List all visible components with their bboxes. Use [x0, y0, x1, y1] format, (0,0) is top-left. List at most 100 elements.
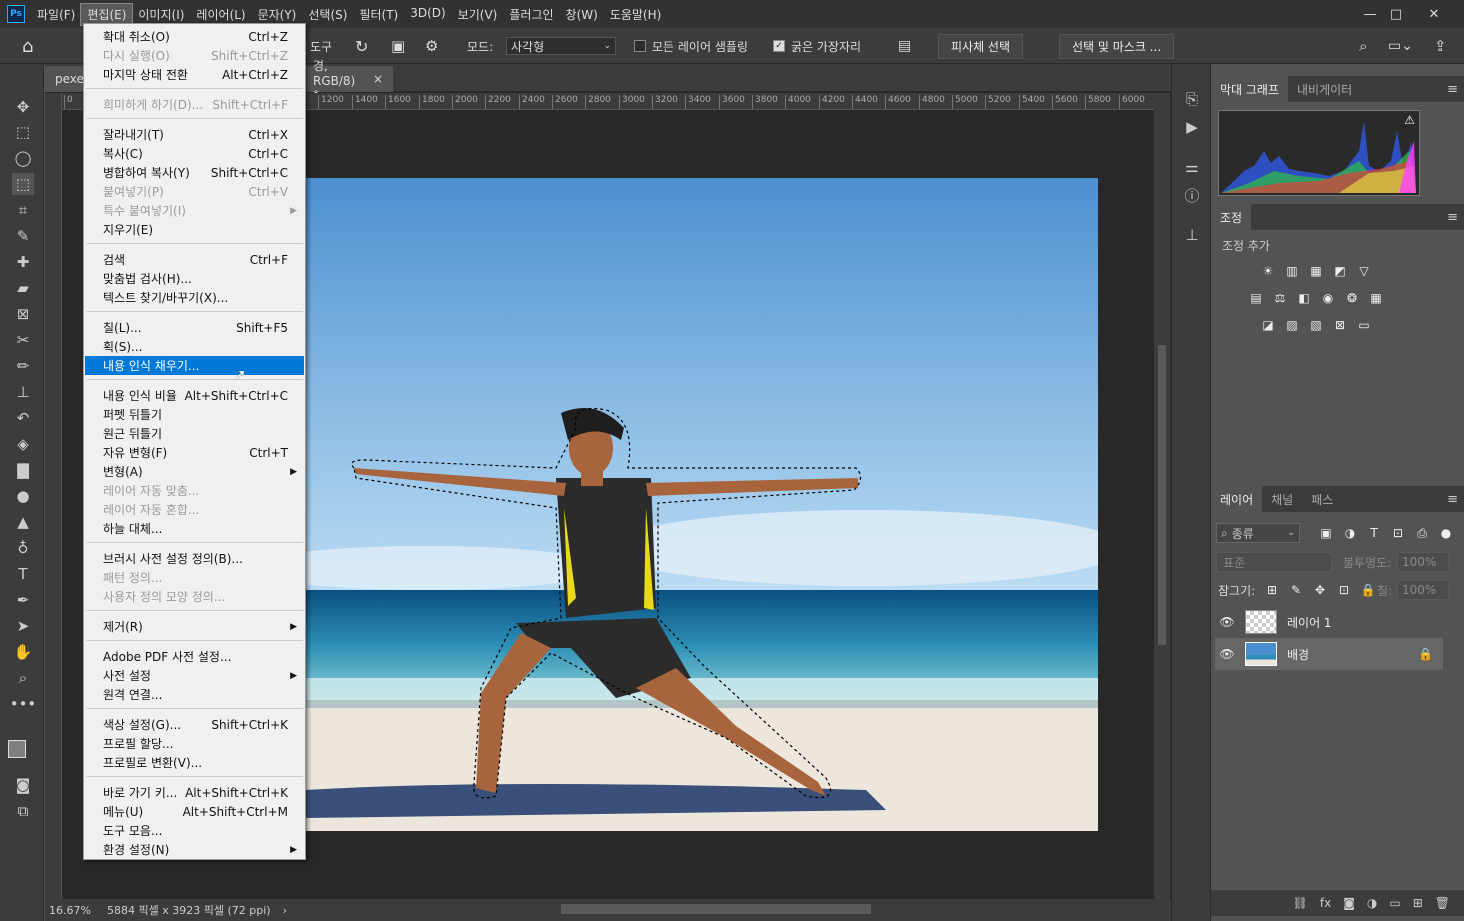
history-brush-icon[interactable]: ↶ [12, 407, 34, 429]
gradient-map-icon[interactable]: ▭ [1355, 316, 1373, 334]
panel-menu-icon[interactable]: ≡ [1447, 492, 1458, 507]
fill-input[interactable]: 100% [1397, 580, 1449, 600]
edit-menu-item[interactable]: 브러시 사전 설정 정의(B)... [85, 549, 304, 568]
object-select-tool-icon[interactable]: ⬚ [12, 173, 34, 195]
edit-menu-item[interactable]: 내용 인식 채우기... [85, 356, 304, 375]
canvas-image[interactable] [306, 178, 1098, 831]
edit-menu-item[interactable]: 프로필로 변환(V)... [85, 753, 304, 772]
menu-item[interactable]: 레이어(L) [190, 4, 251, 25]
edit-menu-item[interactable]: 메뉴(U) Alt+Shift+Ctrl+M [85, 802, 304, 821]
edit-menu-item[interactable]: 텍스트 찾기/바꾸기(X)... [85, 288, 304, 307]
more-tools-icon[interactable]: ••• [10, 693, 37, 715]
lock-all-icon[interactable]: 🔒 [1359, 581, 1377, 599]
zoom-tool-icon[interactable]: ⌕ [12, 667, 34, 689]
edit-menu-item[interactable]: 제거(R) ▶ [85, 617, 304, 636]
tab-document-2[interactable]: 경, RGB/8) *× [303, 59, 393, 102]
eraser-tool-icon[interactable]: ◈ [12, 433, 34, 455]
actions-play-icon[interactable]: ▶ [1181, 116, 1203, 138]
folder-icon[interactable]: ▭ [1389, 896, 1400, 910]
color-lookup-icon[interactable]: ▦ [1367, 289, 1385, 307]
curves-icon[interactable]: ▦ [1307, 262, 1325, 280]
edit-menu-item[interactable]: 마지막 상태 전환 Alt+Ctrl+Z [85, 65, 304, 84]
hand-tool-icon[interactable]: ✋ [12, 641, 34, 663]
menu-item[interactable]: 창(W) [560, 4, 604, 25]
layer-row[interactable]: 👁 레이어 1 [1215, 606, 1443, 638]
shape-filter-icon[interactable]: ⊡ [1389, 524, 1407, 542]
properties-icon[interactable]: ⚌ [1181, 156, 1203, 178]
tab-layers[interactable]: 레이어 [1211, 486, 1263, 512]
select-mask-button[interactable]: 선택 및 마스크 ... [1059, 33, 1175, 59]
eye-icon[interactable]: 👁 [1215, 615, 1239, 629]
lasso-tool-icon[interactable]: ◯ [12, 147, 34, 169]
channel-mixer-icon[interactable]: ❂ [1343, 289, 1361, 307]
edit-menu-item[interactable]: 지우기(E) [85, 220, 304, 239]
selective-color-icon[interactable]: ⊠ [1331, 316, 1349, 334]
panel-menu-icon[interactable]: ≡ [1447, 210, 1458, 225]
new-layer-icon[interactable]: ⊞ [1413, 896, 1423, 910]
status-arrow-icon[interactable]: › [283, 904, 287, 917]
menu-item[interactable]: 보기(V) [452, 4, 504, 25]
edit-menu-item[interactable]: 내용 인식 비율 Alt+Shift+Ctrl+C [85, 386, 304, 405]
edit-menu-item[interactable]: 원격 연결... [85, 685, 304, 704]
edit-menu-item[interactable]: 바로 가기 키... Alt+Shift+Ctrl+K [85, 783, 304, 802]
edit-menu-item[interactable]: 확대 취소(O) Ctrl+Z [85, 27, 304, 46]
link-icon[interactable]: ⛓ [1293, 896, 1308, 910]
close-window-button[interactable]: ✕ [1416, 0, 1452, 28]
menu-item[interactable]: 도움말(H) [604, 4, 668, 25]
black-white-icon[interactable]: ◧ [1295, 289, 1313, 307]
edit-menu-item[interactable]: 잘라내기(T) Ctrl+X [85, 125, 304, 144]
patch-tool-icon[interactable]: ▰ [12, 277, 34, 299]
scissors-tool-icon[interactable]: ✂ [12, 329, 34, 351]
gradient-tool-icon[interactable]: ▇ [12, 459, 34, 481]
tab-channels[interactable]: 채널 [1262, 486, 1302, 512]
color-balance-icon[interactable]: ⚖ [1271, 289, 1289, 307]
edit-menu-item[interactable]: Adobe PDF 사전 설정... [85, 647, 304, 666]
layer-row[interactable]: 👁 배경 🔒 [1215, 638, 1443, 670]
move-tool-icon[interactable]: ✥ [12, 96, 34, 118]
type-filter-icon[interactable]: T [1365, 524, 1383, 542]
mask-icon[interactable]: ◙ [1343, 896, 1355, 910]
layer-filter-select[interactable]: ⌕ 종류 ⌄ [1216, 523, 1300, 543]
brightness-icon[interactable]: ☀ [1259, 262, 1277, 280]
stamp-tool-icon[interactable]: ⊥ [12, 381, 34, 403]
vibrance-icon[interactable]: ▽ [1355, 262, 1373, 280]
lock-paint-icon[interactable]: ✎ [1287, 581, 1305, 599]
edit-menu-item[interactable]: 환경 설정(N) ▶ [85, 840, 304, 859]
menu-item[interactable]: 선택(S) [302, 4, 353, 25]
edit-menu-item[interactable]: 복사(C) Ctrl+C [85, 144, 304, 163]
exposure-icon[interactable]: ◩ [1331, 262, 1349, 280]
path-select-tool-icon[interactable]: ➤ [12, 615, 34, 637]
edit-menu-item[interactable]: 자유 변형(F) Ctrl+T [85, 443, 304, 462]
sharpen-tool-icon[interactable]: ▲ [12, 511, 34, 533]
tab-close-icon[interactable]: × [373, 72, 383, 86]
edit-menu-item[interactable]: 원근 뒤틀기 [85, 424, 304, 443]
edit-menu-item[interactable]: 하늘 대체... [85, 519, 304, 538]
warning-icon[interactable]: ⚠ [1404, 113, 1415, 127]
select-subject-button[interactable]: 피사체 선택 [938, 33, 1024, 59]
workspace-icon[interactable]: ▭⌄ [1388, 28, 1413, 64]
tab-paths[interactable]: 패스 [1302, 486, 1342, 512]
edit-menu-item[interactable]: 도구 모음... [85, 821, 304, 840]
healing-tool-icon[interactable]: ✚ [12, 251, 34, 273]
edit-menu-item[interactable]: 맞춤법 검사(H)... [85, 269, 304, 288]
edit-menu-item[interactable]: 프로필 할당... [85, 734, 304, 753]
screen-mode-icon[interactable]: ⧉ [12, 800, 34, 822]
hard-edge-checkbox[interactable]: ✓ [773, 40, 785, 52]
dodge-tool-icon[interactable]: ♁ [12, 537, 34, 559]
zoom-level[interactable]: 16.67% [49, 904, 101, 917]
info-icon[interactable]: ⓘ [1181, 184, 1203, 206]
invert-icon[interactable]: ◪ [1259, 316, 1277, 334]
filter-toggle-icon[interactable]: ● [1437, 524, 1455, 542]
sample-all-checkbox[interactable] [634, 40, 646, 52]
image-filter-icon[interactable]: ▣ [1317, 524, 1335, 542]
vertical-scrollbar[interactable] [1154, 93, 1170, 899]
menu-item[interactable]: 3D(D) [404, 4, 451, 25]
adjust-filter-icon[interactable]: ◑ [1341, 524, 1359, 542]
edit-menu-item[interactable]: 병합하여 복사(Y) Shift+Ctrl+C [85, 163, 304, 182]
blur-tool-icon[interactable]: ● [12, 485, 34, 507]
sample-icon[interactable]: ▣ [391, 28, 405, 64]
foreground-color-swatch[interactable] [8, 740, 26, 758]
marquee-tool-icon[interactable]: ⬚ [12, 121, 34, 143]
smart-filter-icon[interactable]: ⎙ [1413, 524, 1431, 542]
lock-move-icon[interactable]: ✥ [1311, 581, 1329, 599]
